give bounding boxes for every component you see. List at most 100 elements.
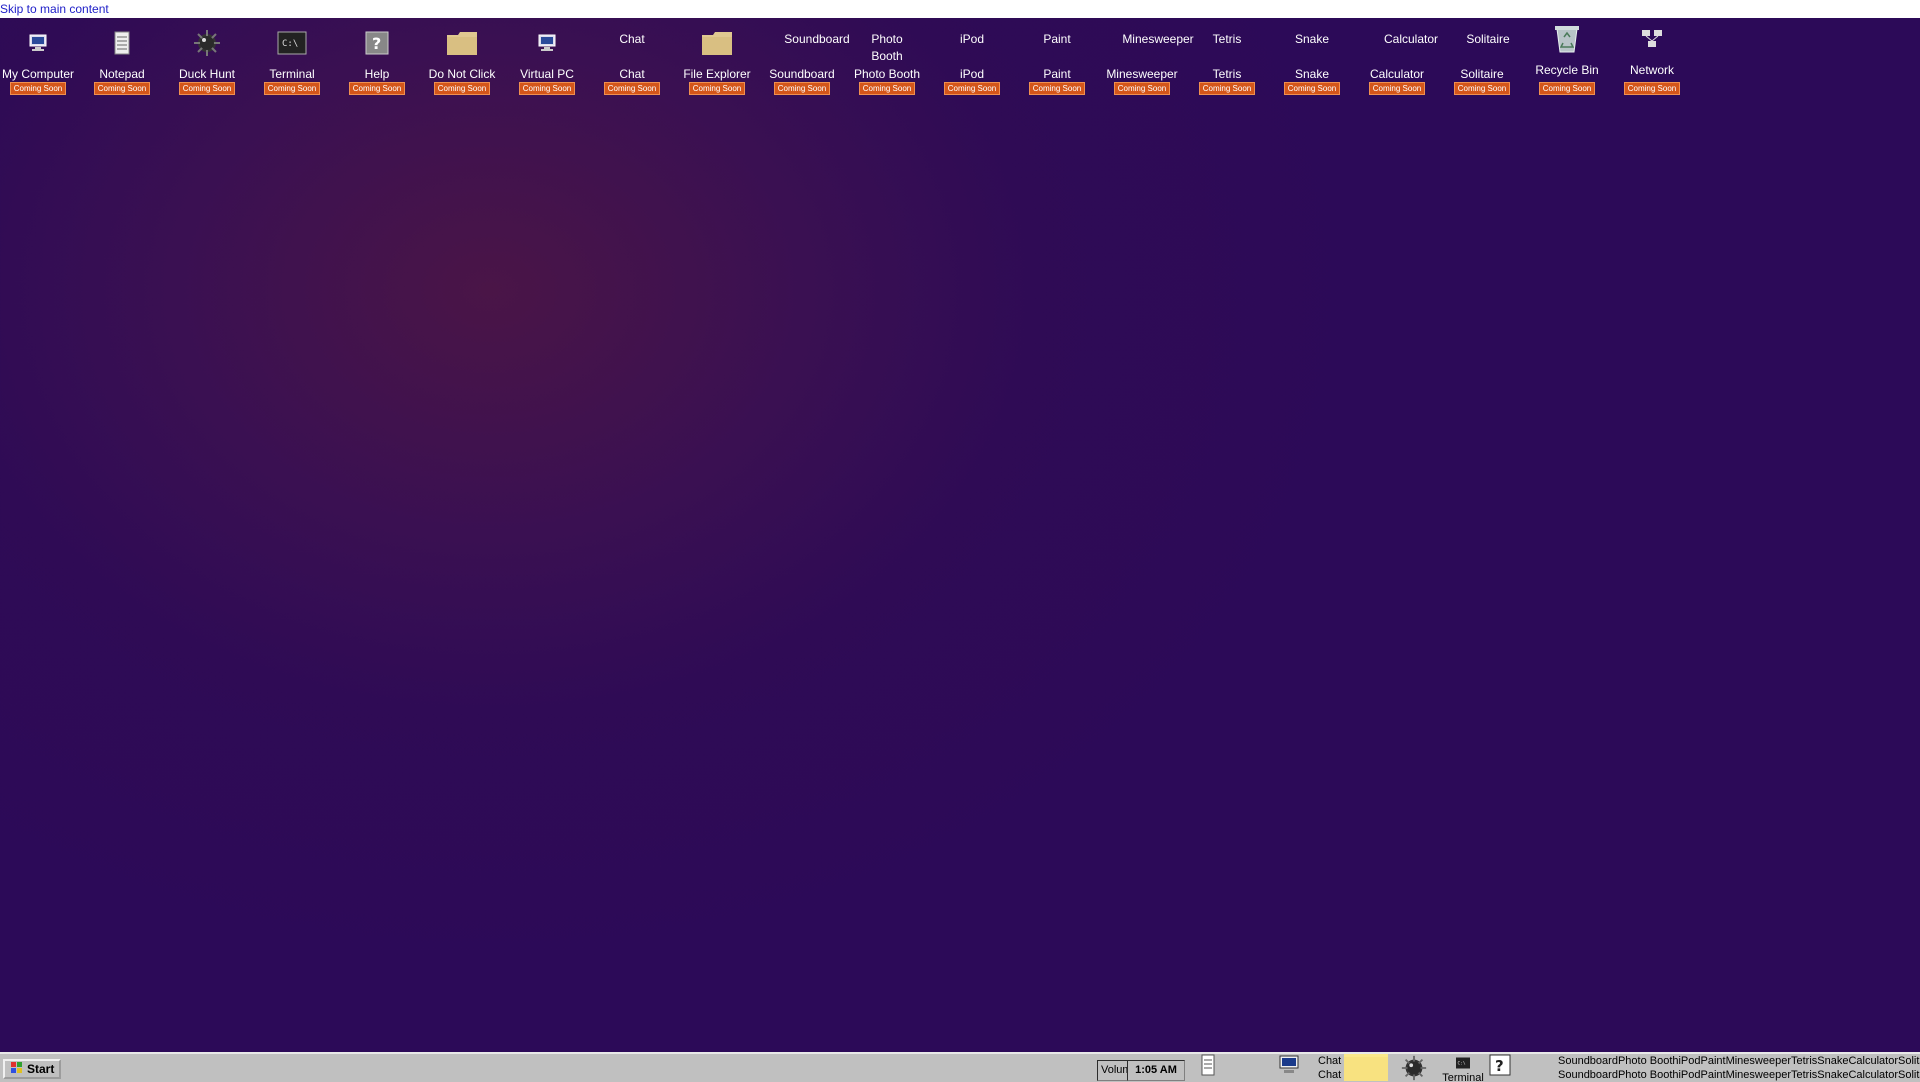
svg-text:?: ?	[1495, 1057, 1504, 1075]
icon-alt-text: Chat	[619, 32, 645, 46]
coming-soon-badge: Coming Soon	[1114, 82, 1170, 95]
coming-soon-badge: Coming Soon	[1369, 82, 1425, 95]
icon-label: Do Not Click	[428, 67, 496, 81]
coming-soon-badge: Coming Soon	[1284, 82, 1340, 95]
icon-alt-text: Snake	[1294, 32, 1330, 46]
taskbar-notepad[interactable]	[1196, 1054, 1220, 1082]
icon-label: Solitaire	[1460, 67, 1504, 81]
taskbar-chat[interactable]: Chat Chat	[1318, 1054, 1342, 1082]
icon-label: File Explorer	[683, 67, 751, 81]
coming-soon-badge: Coming Soon	[434, 82, 490, 95]
coming-soon-badge: Coming Soon	[1454, 82, 1510, 95]
taskbar-file-explorer[interactable]	[1342, 1054, 1390, 1082]
notepad-icon	[1200, 1054, 1216, 1079]
icon-label: Paint	[1043, 67, 1071, 81]
help-icon: ?	[361, 27, 393, 59]
duck-hunt-icon	[191, 27, 223, 59]
coming-soon-badge: Coming Soon	[10, 82, 66, 95]
icon-alt-text: iPod	[959, 32, 985, 46]
icon-label: Chat	[619, 67, 645, 81]
icon-label: My Computer	[1, 67, 75, 81]
desktop-icon-my-computer[interactable]: My Computer Coming Soon	[0, 18, 78, 100]
terminal-label: Terminal	[1442, 1072, 1484, 1082]
desktop-icon-notepad[interactable]: Notepad Coming Soon	[82, 18, 162, 100]
folder-icon	[446, 27, 478, 59]
taskbar-terminal[interactable]: C:\ Terminal	[1442, 1054, 1484, 1082]
desktop-icon-help[interactable]: ? Help Coming Soon	[337, 18, 417, 100]
icon-label: Snake	[1294, 67, 1330, 81]
taskbar-virtual-pc[interactable]	[1274, 1054, 1304, 1082]
icon-label: Notepad	[99, 67, 145, 81]
desktop-icon-soundboard[interactable]: Soundboard Soundboard Coming Soon	[762, 18, 850, 100]
coming-soon-badge: Coming Soon	[264, 82, 320, 95]
desktop-icon-recycle-bin[interactable]: Recycle Bin Coming Soon	[1527, 18, 1607, 100]
computer-icon	[1278, 1054, 1300, 1079]
desktop-icon-terminal[interactable]: C:\ Terminal Coming Soon	[252, 18, 332, 100]
coming-soon-badge: Coming Soon	[179, 82, 235, 95]
coming-soon-badge: Coming Soon	[859, 82, 915, 95]
help-icon: ?	[1489, 1054, 1511, 1079]
desktop-icon-minesweeper[interactable]: Minesweeper Minesweeper Coming Soon	[1102, 18, 1194, 100]
icon-alt-text: Tetris	[1212, 32, 1242, 46]
svg-text:?: ?	[372, 34, 381, 53]
coming-soon-badge: Coming Soon	[349, 82, 405, 95]
terminal-icon: C:\	[1455, 1054, 1471, 1072]
taskbar: Start Volume 1:05 AM Chat Chat C:\ Termi…	[0, 1052, 1920, 1082]
icon-label: Tetris	[1212, 67, 1242, 81]
start-label: Start	[27, 1062, 55, 1076]
icon-alt-text: Photo Booth	[871, 32, 903, 63]
chat-label: Chat	[1318, 1055, 1342, 1067]
top-bar: Skip to main content	[0, 0, 1920, 18]
icon-label: Terminal	[269, 67, 315, 81]
coming-soon-badge: Coming Soon	[94, 82, 150, 95]
app-stack-row: SoundboardPhoto BoothiPodPaintMinesweepe…	[1558, 1055, 1920, 1067]
desktop-icon-ipod[interactable]: iPod iPod Coming Soon	[932, 18, 1012, 100]
taskbar-app-stack[interactable]: SoundboardPhoto BoothiPodPaintMinesweepe…	[1558, 1054, 1920, 1082]
duck-hunt-icon	[1400, 1054, 1428, 1082]
windows-logo-icon	[11, 1061, 23, 1077]
coming-soon-badge: Coming Soon	[1199, 82, 1255, 95]
desktop-icon-duck-hunt[interactable]: Duck Hunt Coming Soon	[167, 18, 247, 100]
icon-label: Duck Hunt	[178, 67, 236, 81]
coming-soon-badge: Coming Soon	[1029, 82, 1085, 95]
notepad-icon	[106, 27, 138, 59]
coming-soon-badge: Coming Soon	[774, 82, 830, 95]
folder-icon	[701, 27, 733, 59]
skip-to-main-link[interactable]: Skip to main content	[0, 2, 109, 16]
desktop-icon-tetris[interactable]: Tetris Tetris Coming Soon	[1187, 18, 1267, 100]
coming-soon-badge: Coming Soon	[689, 82, 745, 95]
desktop-icon-virtual-pc[interactable]: Virtual PC Coming Soon	[507, 18, 587, 100]
coming-soon-badge: Coming Soon	[944, 82, 1000, 95]
coming-soon-badge: Coming Soon	[1539, 82, 1595, 95]
desktop-icon-photo-booth[interactable]: Photo Booth Photo Booth Coming Soon	[847, 18, 927, 100]
desktop-icon-paint[interactable]: Paint Paint Coming Soon	[1017, 18, 1097, 100]
virtual-pc-icon	[531, 27, 563, 59]
coming-soon-badge: Coming Soon	[604, 82, 660, 95]
svg-text:C:\: C:\	[282, 39, 298, 49]
coming-soon-badge: Coming Soon	[519, 82, 575, 95]
icon-label: Photo Booth	[853, 67, 921, 81]
icon-label: Virtual PC	[520, 67, 574, 81]
desktop-icon-solitaire[interactable]: Solitaire Solitaire Coming Soon	[1442, 18, 1522, 100]
icon-label: Minesweeper	[1106, 67, 1178, 81]
desktop-icon-network[interactable]: Network Coming Soon	[1612, 18, 1692, 100]
icon-label: Network	[1629, 63, 1674, 77]
icon-label: iPod	[959, 67, 985, 81]
icon-label: Recycle Bin	[1535, 63, 1599, 77]
icon-alt-text: Paint	[1043, 32, 1071, 46]
icon-alt-text: Solitaire	[1466, 32, 1510, 46]
desktop-icon-calculator[interactable]: Calculator Calculator Coming Soon	[1357, 18, 1438, 100]
taskbar-duck-hunt[interactable]	[1396, 1054, 1432, 1082]
clock: 1:05 AM	[1127, 1060, 1185, 1081]
terminal-icon: C:\	[276, 27, 308, 59]
start-button[interactable]: Start	[3, 1059, 61, 1079]
icon-label: Soundboard	[769, 67, 835, 81]
desktop-icon-chat[interactable]: Chat Chat Coming Soon	[592, 18, 672, 100]
desktop-icon-snake[interactable]: Snake Snake Coming Soon	[1272, 18, 1352, 100]
coming-soon-badge: Coming Soon	[1624, 82, 1680, 95]
taskbar-help[interactable]: ?	[1486, 1054, 1514, 1082]
desktop-icon-file-explorer[interactable]: File Explorer Coming Soon	[677, 18, 757, 100]
folder-icon	[1343, 1054, 1389, 1082]
network-icon	[1636, 22, 1668, 54]
desktop-icon-do-not-click[interactable]: Do Not Click Coming Soon	[422, 18, 502, 100]
